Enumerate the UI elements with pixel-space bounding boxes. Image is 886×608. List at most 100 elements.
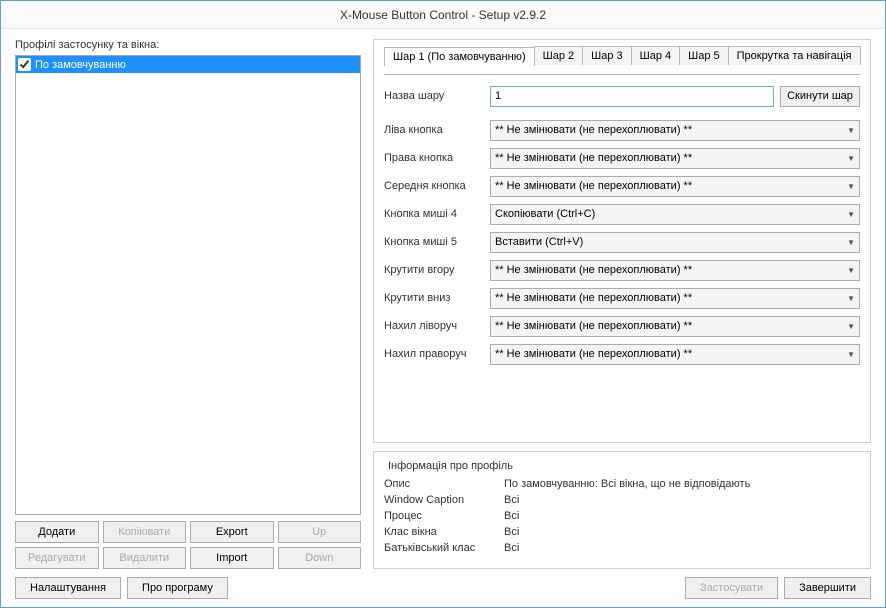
right-panel: Шар 1 (По замовчуванню) Шар 2 Шар 3 Шар …	[373, 39, 871, 569]
up-button: Up	[278, 521, 362, 543]
button-label-5: Крутити вгору	[384, 264, 490, 276]
button-combo-text-7: ** Не змінювати (не перехоплювати) **	[495, 320, 847, 332]
layer-name-row: Назва шару Скинути шар	[384, 85, 860, 107]
button-combo-3[interactable]: Скопіювати (Ctrl+C)▼	[490, 204, 860, 225]
tab-layer5[interactable]: Шар 5	[679, 46, 729, 65]
button-combo-text-5: ** Не змінювати (не перехоплювати) **	[495, 264, 847, 276]
button-combo-text-8: ** Не змінювати (не перехоплювати) **	[495, 348, 847, 360]
reset-layer-button[interactable]: Скинути шар	[780, 86, 860, 107]
down-button: Down	[278, 547, 362, 569]
button-combo-2[interactable]: ** Не змінювати (не перехоплювати) **▼	[490, 176, 860, 197]
window-title: X-Mouse Button Control - Setup v2.9.2	[340, 8, 546, 22]
chevron-down-icon: ▼	[847, 238, 855, 247]
chevron-down-icon: ▼	[847, 210, 855, 219]
info-desc-row: Опис По замовчуванню: Всі вікна, що не в…	[384, 478, 860, 490]
info-desc-value: По замовчуванню: Всі вікна, що не відпов…	[504, 478, 750, 490]
button-combo-text-0: ** Не змінювати (не перехоплювати) **	[495, 124, 847, 136]
profile-info-title: Інформація про профіль	[384, 460, 517, 472]
about-button[interactable]: Про програму	[127, 577, 228, 599]
button-label-6: Крутити вниз	[384, 292, 490, 304]
button-row-3: Кнопка миші 4Скопіювати (Ctrl+C)▼	[384, 203, 860, 225]
export-button[interactable]: Export	[190, 521, 274, 543]
tab-layer2[interactable]: Шар 2	[534, 46, 584, 65]
info-caption-value: Всі	[504, 494, 519, 506]
info-class-value: Всі	[504, 526, 519, 538]
info-caption-label: Window Caption	[384, 494, 504, 506]
button-combo-4[interactable]: Вставити (Ctrl+V)▼	[490, 232, 860, 253]
info-class-label: Клас вікна	[384, 526, 504, 538]
chevron-down-icon: ▼	[847, 154, 855, 163]
titlebar: X-Mouse Button Control - Setup v2.9.2	[1, 1, 885, 29]
tab-layer4[interactable]: Шар 4	[631, 46, 681, 65]
profile-info-group: Інформація про профіль Опис По замовчува…	[373, 451, 871, 569]
button-row-5: Крутити вгору** Не змінювати (не перехоп…	[384, 259, 860, 281]
app-window: X-Mouse Button Control - Setup v2.9.2 Пр…	[0, 0, 886, 608]
profile-item-default[interactable]: По замовчуванню	[16, 56, 360, 73]
profile-name: По замовчуванню	[35, 59, 126, 71]
button-row-8: Нахил праворуч** Не змінювати (не перехо…	[384, 343, 860, 365]
apply-button: Застосувати	[685, 577, 778, 599]
tabs: Шар 1 (По замовчуванню) Шар 2 Шар 3 Шар …	[384, 46, 860, 65]
button-combo-text-1: ** Не змінювати (не перехоплювати) **	[495, 152, 847, 164]
button-row-6: Крутити вниз** Не змінювати (не перехопл…	[384, 287, 860, 309]
delete-button: Видалити	[103, 547, 187, 569]
bottom-right: Застосувати Завершити	[685, 577, 871, 599]
info-caption-row: Window Caption Всі	[384, 494, 860, 506]
button-combo-6[interactable]: ** Не змінювати (не перехоплювати) **▼	[490, 288, 860, 309]
tab-layer3[interactable]: Шар 3	[582, 46, 632, 65]
info-process-value: Всі	[504, 510, 519, 522]
button-row-7: Нахил ліворуч** Не змінювати (не перехоп…	[384, 315, 860, 337]
layer-name-input[interactable]	[490, 86, 774, 107]
button-label-2: Середня кнопка	[384, 180, 490, 192]
info-process-row: Процес Всі	[384, 510, 860, 522]
chevron-down-icon: ▼	[847, 266, 855, 275]
button-label-7: Нахил ліворуч	[384, 320, 490, 332]
add-button[interactable]: Додати	[15, 521, 99, 543]
profiles-label: Профілі застосунку та вікна:	[15, 39, 361, 51]
button-label-3: Кнопка миші 4	[384, 208, 490, 220]
content: Профілі застосунку та вікна: По замовчув…	[1, 29, 885, 607]
info-parent-row: Батьківський клас Всі	[384, 542, 860, 554]
close-button[interactable]: Завершити	[784, 577, 871, 599]
button-row-0: Ліва кнопка** Не змінювати (не перехоплю…	[384, 119, 860, 141]
profile-checkbox[interactable]	[18, 58, 31, 71]
button-row-4: Кнопка миші 5Вставити (Ctrl+V)▼	[384, 231, 860, 253]
tab-content: Назва шару Скинути шар Ліва кнопка** Не …	[384, 74, 860, 365]
left-panel: Профілі застосунку та вікна: По замовчув…	[15, 39, 361, 569]
chevron-down-icon: ▼	[847, 182, 855, 191]
button-combo-0[interactable]: ** Не змінювати (не перехоплювати) **▼	[490, 120, 860, 141]
main-area: Профілі застосунку та вікна: По замовчув…	[15, 39, 871, 569]
tab-layer1[interactable]: Шар 1 (По замовчуванню)	[384, 47, 535, 66]
chevron-down-icon: ▼	[847, 322, 855, 331]
button-combo-text-4: Вставити (Ctrl+V)	[495, 236, 847, 248]
import-button[interactable]: Import	[190, 547, 274, 569]
info-class-row: Клас вікна Всі	[384, 526, 860, 538]
button-combo-7[interactable]: ** Не змінювати (не перехоплювати) **▼	[490, 316, 860, 337]
info-parent-value: Всі	[504, 542, 519, 554]
chevron-down-icon: ▼	[847, 350, 855, 359]
button-label-0: Ліва кнопка	[384, 124, 490, 136]
button-combo-text-2: ** Не змінювати (не перехоплювати) **	[495, 180, 847, 192]
settings-button[interactable]: Налаштування	[15, 577, 121, 599]
profile-buttons: Додати Копіювати Export Up Редагувати Ви…	[15, 521, 361, 569]
button-combo-8[interactable]: ** Не змінювати (не перехоплювати) **▼	[490, 344, 860, 365]
edit-button: Редагувати	[15, 547, 99, 569]
profile-list[interactable]: По замовчуванню	[15, 55, 361, 515]
button-row-2: Середня кнопка** Не змінювати (не перехо…	[384, 175, 860, 197]
layer-group: Шар 1 (По замовчуванню) Шар 2 Шар 3 Шар …	[373, 39, 871, 443]
button-combo-5[interactable]: ** Не змінювати (не перехоплювати) **▼	[490, 260, 860, 281]
button-combo-text-3: Скопіювати (Ctrl+C)	[495, 208, 847, 220]
button-combo-1[interactable]: ** Не змінювати (не перехоплювати) **▼	[490, 148, 860, 169]
tab-scroll[interactable]: Прокрутка та навігація	[728, 46, 861, 65]
button-label-4: Кнопка миші 5	[384, 236, 490, 248]
copy-button: Копіювати	[103, 521, 187, 543]
button-label-8: Нахил праворуч	[384, 348, 490, 360]
chevron-down-icon: ▼	[847, 294, 855, 303]
button-row-1: Права кнопка** Не змінювати (не перехопл…	[384, 147, 860, 169]
button-label-1: Права кнопка	[384, 152, 490, 164]
info-process-label: Процес	[384, 510, 504, 522]
info-desc-label: Опис	[384, 478, 504, 490]
info-parent-label: Батьківський клас	[384, 542, 504, 554]
bottom-bar: Налаштування Про програму Застосувати За…	[15, 577, 871, 599]
layer-name-label: Назва шару	[384, 90, 490, 102]
